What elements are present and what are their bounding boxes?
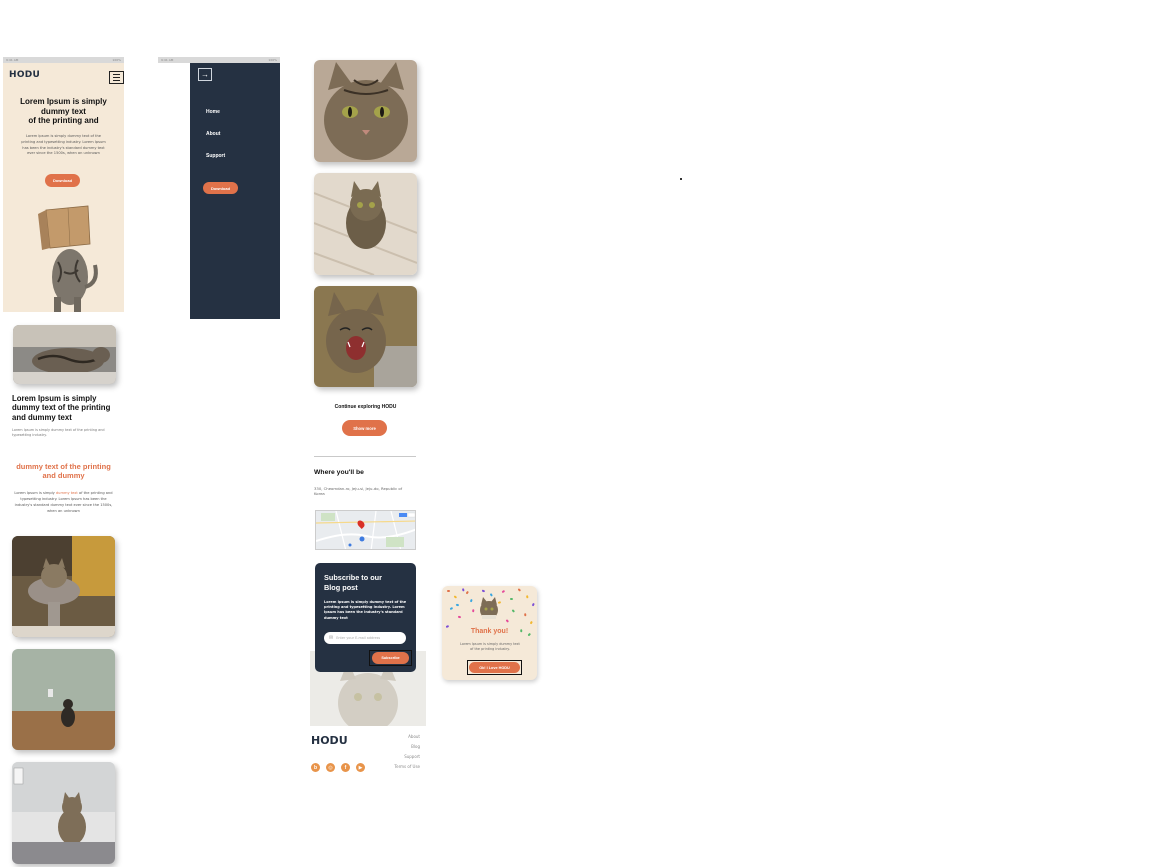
subscribe-title-line1: Subscribe to our [324, 573, 382, 582]
confetti-piece [524, 613, 527, 617]
section2-title: dummy text of the printing and dummy [16, 462, 111, 480]
hero-title-line1: Lorem Ipsum is simply [20, 97, 107, 106]
confetti-piece [505, 619, 510, 623]
photo-cat-tower [12, 536, 115, 637]
confetti-piece [470, 599, 473, 603]
hero-body: Lorem Ipsum is simply dummy text of the … [21, 134, 106, 156]
confetti-piece [532, 603, 535, 607]
footer-link-support[interactable]: Support [370, 752, 420, 762]
section1-body: Lorem Ipsum is simply dummy text of the … [12, 428, 105, 437]
confetti-piece [530, 621, 533, 625]
status-bar: 9:41 AM 100% [3, 57, 124, 63]
email-field[interactable]: ✉ Enter your E-mail address [324, 632, 406, 644]
explore-title: Continue exploring HODU [334, 404, 397, 410]
section1-title: Lorem Ipsum is simply dummy text of the … [12, 394, 111, 422]
instagram-icon[interactable]: ◎ [326, 763, 335, 772]
youtube-icon[interactable]: ▶ [356, 763, 365, 772]
confetti-piece [453, 595, 458, 599]
confetti-piece [481, 589, 486, 592]
modal-ok-button[interactable]: Ok! I Love HODU [469, 662, 520, 673]
arrow-right-icon: → [201, 70, 209, 79]
photo-cat-sitting [12, 762, 115, 864]
section2-body-prefix: Lorem Ipsum is simply [14, 491, 55, 495]
hero-title: Lorem Ipsum is simply dummy text of the … [3, 97, 124, 126]
menu-item-about[interactable]: About [206, 131, 220, 137]
dot [680, 178, 682, 180]
photo-cat-lying [13, 325, 116, 384]
cat-face-avatar [480, 597, 498, 619]
show-more-button[interactable]: Show more [342, 420, 387, 436]
footer-link-about[interactable]: About [370, 732, 420, 742]
mail-icon: ✉ [329, 635, 334, 641]
thank-you-modal: Thank you! Lorem Ipsum is simply dummy t… [442, 586, 537, 680]
cat-box-illustration [38, 205, 98, 312]
confetti-piece [517, 588, 522, 592]
email-placeholder: Enter your E-mail address [336, 636, 381, 640]
confetti-piece [457, 615, 462, 618]
confetti-piece [509, 597, 514, 600]
menu-download-button[interactable]: Download [203, 182, 238, 194]
photo-cat-wall [12, 649, 115, 750]
divider [314, 456, 416, 457]
status-battery: 100% [268, 58, 277, 62]
logo[interactable]: HODU [9, 70, 40, 80]
location-address: 330, Cheomdan-ro, Jeju-si, Jeju-do, Repu… [314, 486, 403, 497]
menu-item-support[interactable]: Support [206, 153, 225, 159]
menu-item-home[interactable]: Home [206, 109, 220, 115]
modal-body: Lorem Ipsum is simply dummy text of the … [460, 642, 520, 651]
hero-title-line3: of the printing and [28, 116, 99, 125]
confetti-piece [511, 609, 516, 613]
hero-screen: 9:41 AM 100% HODU Lorem Ipsum is simply … [3, 57, 124, 312]
footer-socials: b ◎ f ▶ [311, 763, 365, 772]
confetti-piece [462, 588, 465, 592]
section2-body-highlight: dummy text [55, 491, 78, 495]
photo-cat-looking-up [314, 173, 417, 275]
footer-link-terms[interactable]: Terms of Use [370, 762, 420, 772]
confetti-piece [490, 593, 493, 597]
map[interactable] [315, 510, 416, 550]
subscribe-button[interactable]: Subscribe [372, 652, 409, 664]
confetti-piece [447, 590, 450, 592]
menu-drawer: → Home About Support Download [190, 63, 280, 319]
hamburger-menu-button[interactable] [109, 71, 124, 84]
photo-cat-yawning [314, 286, 417, 387]
confetti-piece [501, 590, 506, 594]
subscribe-title-line2: Blog post [324, 582, 358, 592]
footer-logo[interactable]: HODU [311, 734, 348, 747]
confetti-piece [526, 595, 529, 599]
section2-body: Lorem Ipsum is simply dummy text of the … [12, 490, 115, 514]
photo-cat-face [314, 60, 417, 162]
location-title: Where you'll be [314, 469, 364, 476]
blog-icon[interactable]: b [311, 763, 320, 772]
confetti-piece [472, 609, 475, 613]
footer-links: About Blog Support Terms of Use [370, 732, 420, 772]
menu-screen: 9:41 AM 100% → Home About Support Downlo… [158, 57, 280, 319]
subscribe-body: Lorem Ipsum is simply dummy text of the … [324, 600, 407, 620]
subscribe-card: Subscribe to our Blog post Lorem Ipsum i… [315, 563, 416, 672]
facebook-icon[interactable]: f [341, 763, 350, 772]
status-battery: 100% [112, 58, 121, 62]
status-time: 9:41 AM [6, 58, 19, 62]
menu-close-button[interactable]: → [198, 68, 212, 81]
hero-download-button[interactable]: Download [45, 174, 80, 187]
modal-title: Thank you! [470, 628, 509, 635]
footer-link-blog[interactable]: Blog [370, 742, 420, 752]
hamburger-icon [113, 74, 120, 75]
subscribe-title: Subscribe to our Blog post [324, 573, 382, 592]
confetti-piece [466, 591, 469, 595]
status-time: 9:41 AM [161, 58, 174, 62]
confetti-piece [455, 603, 460, 606]
confetti-piece [449, 607, 454, 611]
hero-title-line2: dummy text [41, 106, 86, 116]
